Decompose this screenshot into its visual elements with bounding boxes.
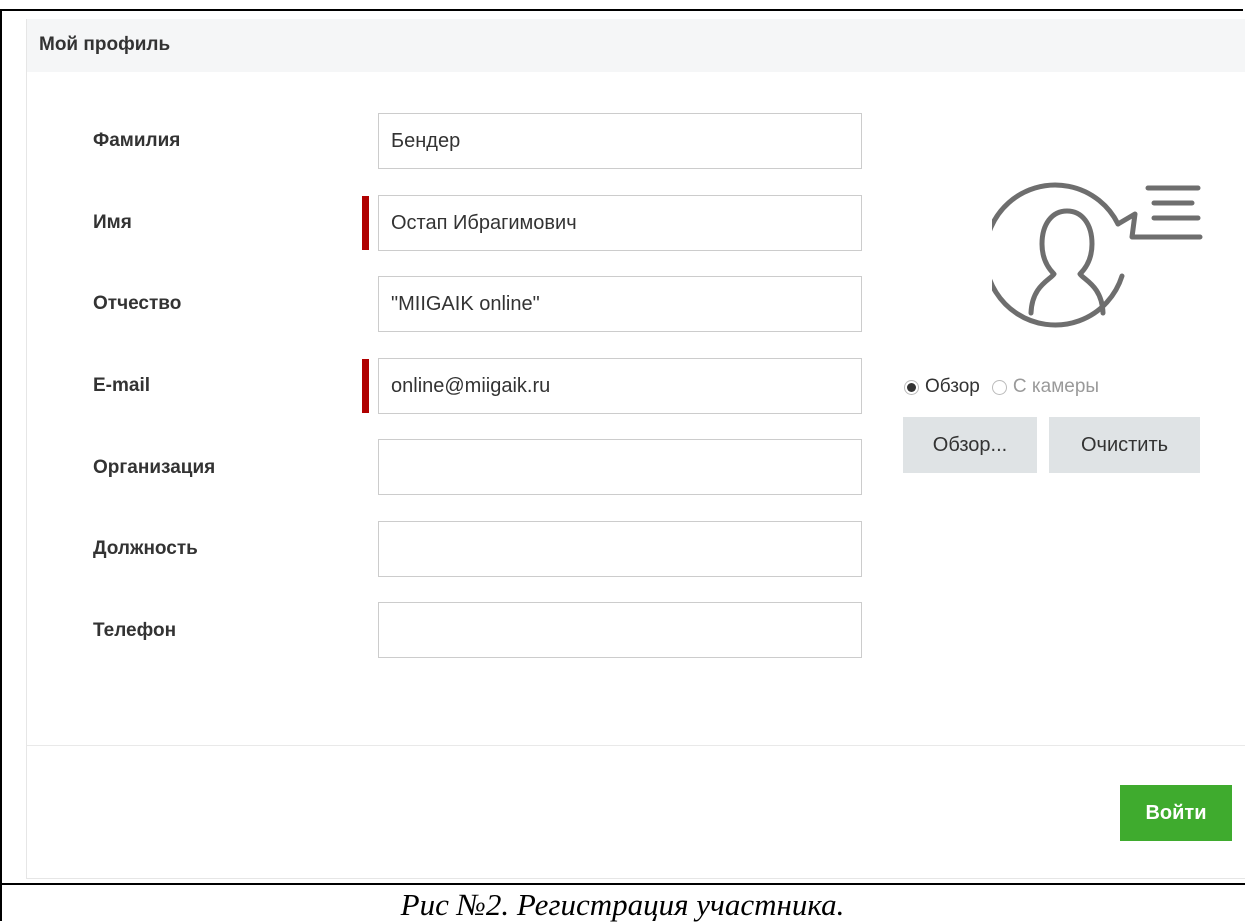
required-marker xyxy=(362,359,369,413)
position-label: Должность xyxy=(93,538,198,559)
photo-source-options: Обзор С камеры xyxy=(904,375,1099,399)
phone-input[interactable] xyxy=(378,602,862,658)
position-input[interactable] xyxy=(378,521,862,577)
organization-label: Организация xyxy=(93,457,216,478)
last-name-label: Фамилия xyxy=(93,130,181,151)
profile-panel: Мой профиль Фамилия Имя Отчество E-mail … xyxy=(26,19,1245,879)
required-marker xyxy=(362,196,369,250)
organization-input[interactable] xyxy=(378,439,862,495)
figure-caption: Рис №2. Регистрация участника. xyxy=(400,887,845,922)
phone-label: Телефон xyxy=(93,620,177,641)
radio-camera-label[interactable]: С камеры xyxy=(1013,376,1099,398)
panel-title: Мой профиль xyxy=(39,34,171,55)
last-name-input[interactable] xyxy=(378,113,862,169)
radio-browse[interactable] xyxy=(904,379,919,395)
email-input[interactable] xyxy=(378,358,862,414)
user-profile-icon xyxy=(992,182,1203,328)
first-name-label: Имя xyxy=(93,212,132,233)
patronymic-label: Отчество xyxy=(93,293,182,314)
panel-header: Мой профиль xyxy=(27,19,1245,72)
first-name-input[interactable] xyxy=(378,195,862,251)
login-button[interactable]: Войти xyxy=(1120,785,1232,841)
footer-divider xyxy=(27,745,1245,746)
radio-camera[interactable] xyxy=(991,379,1007,395)
radio-browse-label[interactable]: Обзор xyxy=(925,376,980,398)
frame-divider xyxy=(0,883,1245,885)
clear-button[interactable]: Очистить xyxy=(1049,417,1200,473)
browse-button[interactable]: Обзор... xyxy=(903,417,1037,473)
email-label: E-mail xyxy=(93,375,151,396)
patronymic-input[interactable] xyxy=(378,276,862,332)
